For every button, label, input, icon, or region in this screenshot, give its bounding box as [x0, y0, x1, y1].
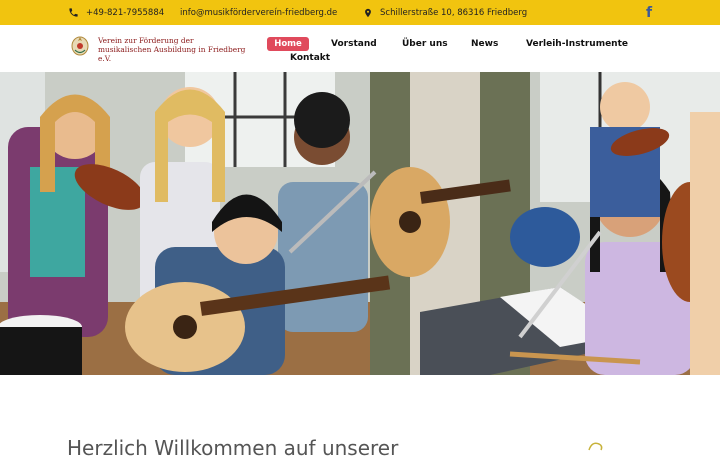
facebook-icon[interactable]: f	[644, 4, 654, 21]
children-playing-instruments-illustration	[0, 72, 720, 375]
nav-home[interactable]: Home	[267, 37, 309, 51]
address-text: Schillerstraße 10, 86316 Friedberg	[380, 7, 528, 18]
address-contact: Schillerstraße 10, 86316 Friedberg	[363, 0, 527, 25]
association-logo-icon[interactable]	[70, 33, 90, 57]
phone-contact[interactable]: +49-821-7955884	[68, 0, 164, 25]
welcome-heading: Herzlich Willkommen auf unserer	[67, 436, 399, 460]
nav-kontakt[interactable]: Kontakt	[290, 51, 330, 65]
nav-news[interactable]: News	[471, 37, 498, 51]
brand-name[interactable]: Verein zur Förderung der musikalischen A…	[98, 36, 258, 63]
phone-icon	[69, 8, 78, 17]
decorative-note-icon	[588, 442, 603, 451]
email-text[interactable]: info@musikfördervereín-friedberg.de	[180, 8, 337, 18]
phone-text: +49-821-7955884	[86, 7, 165, 18]
brand-line-1: Verein zur Förderung der	[98, 36, 194, 45]
top-contact-bar: +49-821-7955884 info@musikfördervereín-f…	[0, 0, 720, 25]
nav-verleih-instrumente[interactable]: Verleih-Instrumente	[526, 37, 628, 51]
location-pin-icon	[365, 8, 371, 17]
brand-line-2: musikalischen Ausbildung in Friedberg e.…	[98, 45, 246, 63]
nav-vorstand[interactable]: Vorstand	[331, 37, 377, 51]
email-contact[interactable]: info@musikfördervereín-friedberg.de	[180, 0, 337, 25]
nav-ueber-uns[interactable]: Über uns	[402, 37, 448, 51]
hero-image	[0, 72, 720, 375]
